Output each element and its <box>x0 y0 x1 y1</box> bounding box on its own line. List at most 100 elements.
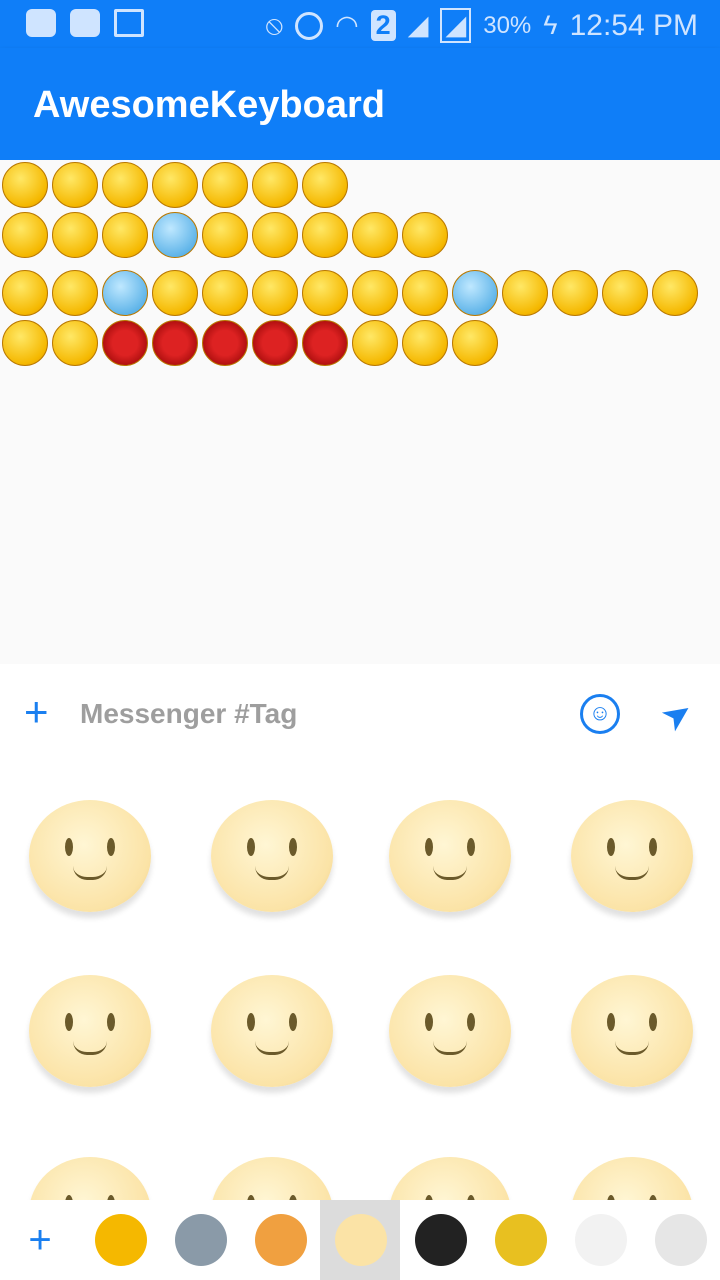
gallery-icon <box>114 9 144 37</box>
frown-emoji-icon <box>202 270 248 316</box>
sticker-11-sticker[interactable] <box>389 1157 511 1200</box>
tab-minion-pack[interactable] <box>480 1200 560 1280</box>
send-icon[interactable]: ➤ <box>653 689 702 741</box>
blush-sticker[interactable] <box>571 800 693 912</box>
sticker-grid <box>0 765 720 1200</box>
grin-emoji-icon <box>102 162 148 208</box>
drool-emoji-icon <box>302 212 348 258</box>
sleepy-emoji-icon <box>252 270 298 316</box>
drool-emoji-icon <box>302 270 348 316</box>
eye-icon <box>467 1013 475 1031</box>
smiley-icon[interactable]: ☺ <box>580 694 620 734</box>
tab-singing-fox-pack[interactable] <box>240 1200 320 1280</box>
spider-emoji-icon <box>152 320 198 366</box>
plus-icon[interactable]: + <box>24 690 49 734</box>
input-bar: + Messenger #Tag ☺ ➤ <box>0 664 720 764</box>
hi-cat-pack-icon <box>175 1214 227 1266</box>
grin-pack-icon <box>95 1214 147 1266</box>
signal-icon: ◢ <box>407 10 429 40</box>
eye-icon <box>467 838 475 856</box>
tongue-sticker[interactable] <box>29 975 151 1087</box>
signal2-icon: ◢ <box>440 8 472 43</box>
eye-icon <box>107 838 115 856</box>
frown-emoji-icon <box>602 270 648 316</box>
mouth-icon <box>615 866 649 880</box>
spider-emoji-icon <box>202 320 248 366</box>
drool-emoji-icon <box>252 212 298 258</box>
eye-icon <box>607 1013 615 1031</box>
cold-emoji-icon <box>102 270 148 316</box>
love-emoji-icon <box>502 270 548 316</box>
eye-icon <box>649 1013 657 1031</box>
mouth-icon <box>73 1041 107 1055</box>
spider-emoji-icon <box>302 320 348 366</box>
content-sticker[interactable] <box>571 975 693 1087</box>
tab-snoopy-pack[interactable] <box>560 1200 640 1280</box>
mouth-icon <box>615 1041 649 1055</box>
mouth-icon <box>433 866 467 880</box>
sunglasses-sticker[interactable] <box>389 975 511 1087</box>
facebook-emoji-pack-icon <box>335 1214 387 1266</box>
spider-emoji-icon <box>102 320 148 366</box>
grin-emoji-icon <box>2 162 48 208</box>
cry-emoji-icon <box>2 270 48 316</box>
message-area <box>0 160 720 664</box>
heart-eyes-sticker[interactable] <box>29 800 151 912</box>
mouth-icon <box>433 1041 467 1055</box>
star-eyes-sticker[interactable] <box>211 1157 333 1200</box>
add-pack-button[interactable]: + <box>0 1200 80 1280</box>
mute-vibrate-icon: ⦸ <box>265 9 284 40</box>
bunny-pack-icon <box>655 1214 707 1266</box>
grin-emoji-icon <box>152 162 198 208</box>
cold-emoji-icon <box>152 212 198 258</box>
alarm-icon <box>295 11 324 40</box>
angry-emoji-icon <box>52 270 98 316</box>
mouth-icon <box>255 866 289 880</box>
sticker-pack-tabs: + <box>0 1200 720 1280</box>
tears-emoji-icon <box>452 320 498 366</box>
sticker-9-sticker[interactable] <box>29 1157 151 1200</box>
eye-icon <box>425 1013 433 1031</box>
tab-hi-girl-pack[interactable] <box>400 1200 480 1280</box>
cool-emoji-icon <box>152 270 198 316</box>
hi-girl-pack-icon <box>415 1214 467 1266</box>
zalo-icon <box>70 9 100 37</box>
frown-emoji-icon <box>352 212 398 258</box>
frown-emoji-icon <box>402 212 448 258</box>
bandage-emoji-icon <box>302 162 348 208</box>
message-input[interactable]: Messenger #Tag <box>80 698 297 730</box>
grin-emoji-icon <box>552 270 598 316</box>
sad-sticker[interactable] <box>389 800 511 912</box>
spider-emoji-icon <box>252 320 298 366</box>
angry-emoji-icon <box>102 212 148 258</box>
eye-icon <box>65 838 73 856</box>
clock: 12:54 PM <box>569 8 698 42</box>
eye-icon <box>289 1013 297 1031</box>
angel-sticker[interactable] <box>211 975 333 1087</box>
singing-fox-pack-icon <box>255 1214 307 1266</box>
bleed-emoji-icon <box>652 270 698 316</box>
eye-icon <box>607 838 615 856</box>
grin-emoji-icon <box>52 162 98 208</box>
snoopy-pack-icon <box>575 1214 627 1266</box>
smirk-emoji-icon <box>2 320 48 366</box>
cool-cigar-emoji-icon <box>52 320 98 366</box>
tab-hi-cat-pack[interactable] <box>160 1200 240 1280</box>
eye-icon <box>425 838 433 856</box>
mouth-icon <box>73 866 107 880</box>
bandage-emoji-icon <box>252 162 298 208</box>
cry-emoji-icon <box>402 270 448 316</box>
tab-bunny-pack[interactable] <box>640 1200 720 1280</box>
wink-sticker[interactable] <box>211 800 333 912</box>
cold-emoji-icon <box>452 270 498 316</box>
eye-icon <box>65 1013 73 1031</box>
messages-icon <box>26 9 56 37</box>
dizzy-emoji-icon <box>402 320 448 366</box>
sim2-icon: 2 <box>370 10 396 41</box>
tab-grin-pack[interactable] <box>80 1200 160 1280</box>
tab-facebook-emoji-pack[interactable] <box>320 1200 400 1280</box>
eye-icon <box>247 838 255 856</box>
battery-text: 30% <box>483 11 532 39</box>
app-bar: AwesomeKeyboard <box>0 48 720 160</box>
sticker-12-sticker[interactable] <box>571 1157 693 1200</box>
